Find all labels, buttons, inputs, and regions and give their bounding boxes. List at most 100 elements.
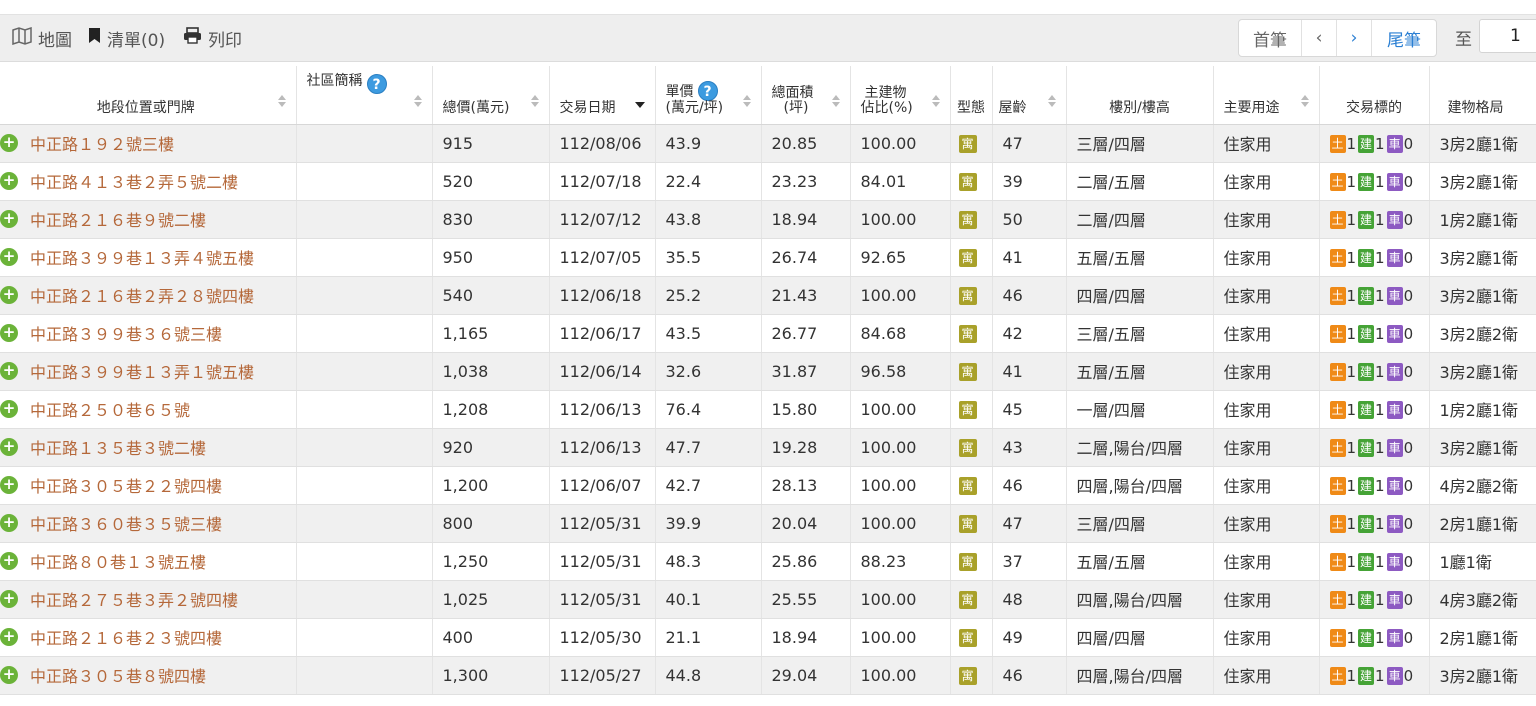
cell-total-price: 800 [432,504,550,543]
col-header-total-price[interactable]: 總價(萬元) [432,66,550,125]
prev-page-button[interactable]: ‹ [1302,20,1337,56]
col-header-layout[interactable]: 建物格局 [1429,66,1536,125]
col-header-area[interactable]: 總面積 (坪) [761,66,851,125]
expand-plus-icon[interactable]: + [0,324,18,342]
table-row[interactable]: + 中正路３９９巷１３弄１號五樓 1,038 112/06/14 32.6 31.87 96… [0,352,1536,391]
col-header-address[interactable]: 地段位置或門牌 [0,66,297,125]
last-page-button[interactable]: 尾筆 [1372,20,1436,56]
address-link[interactable]: 中正路２７５巷３弄２號四樓 [30,591,238,610]
cell-layout: 2房1廳1衛 [1429,504,1536,543]
table-row[interactable]: + 中正路３６０巷３５號三樓 800 112/05/31 39.9 20.04 100.00… [0,504,1536,543]
col-header-age[interactable]: 屋齡 [992,66,1067,125]
cell-area: 19.28 [761,428,851,467]
col-header-unit-price[interactable]: 單價? (萬元/坪) [655,66,762,125]
cell-area: 23.23 [761,162,851,201]
table-row[interactable]: + 中正路２１６巷２３號四樓 400 112/05/30 21.1 18.94 100.00… [0,618,1536,657]
expand-plus-icon[interactable]: + [0,476,18,494]
table-row[interactable]: + 中正路３９９巷３６號三樓 1,165 112/06/17 43.5 26.77 84.6… [0,314,1536,353]
address-link[interactable]: 中正路４１３巷２弄５號二樓 [30,173,238,192]
help-icon[interactable]: ? [697,80,718,101]
type-badge-apartment: 寓 [958,667,977,685]
expand-plus-icon[interactable]: + [0,438,18,456]
sort-icon[interactable] [277,95,286,107]
col-header-date[interactable]: 交易日期 [549,66,656,125]
table-row[interactable]: + 中正路２５０巷６５號 1,208 112/06/13 76.4 15.80 100.00… [0,390,1536,429]
building-tag-icon: 建 [1358,135,1375,153]
expand-plus-icon[interactable]: + [0,514,18,532]
cell-layout: 3房2廳1衛 [1429,162,1536,201]
expand-plus-icon[interactable]: + [0,210,18,228]
page-number-input[interactable]: 1 [1479,19,1536,53]
cell-main-ratio: 100.00 [850,200,951,239]
address-link[interactable]: 中正路１３５巷３號二樓 [30,439,206,458]
cell-main-ratio: 100.00 [850,124,951,163]
sort-icon[interactable] [831,95,840,107]
cell-type: 寓 [950,162,993,201]
help-icon[interactable]: ? [366,74,387,94]
expand-plus-icon[interactable]: + [0,400,18,418]
col-header-type[interactable]: 型態 [950,66,993,125]
first-page-button[interactable]: 首筆 [1239,20,1302,56]
col-header-usage[interactable]: 主要用途 [1213,66,1320,125]
expand-plus-icon[interactable]: + [0,286,18,304]
table-row[interactable]: + 中正路３０５巷２２號四樓 1,200 112/06/07 42.7 28.13 100.… [0,466,1536,505]
expand-plus-icon[interactable]: + [0,134,18,152]
cell-total-price: 520 [432,162,550,201]
address-link[interactable]: 中正路３９９巷１３弄１號五樓 [30,363,254,382]
table-row[interactable]: + 中正路１３５巷３號二樓 920 112/06/13 47.7 19.28 100.00 寓… [0,428,1536,467]
col-header-floor[interactable]: 樓別/樓高 [1066,66,1214,125]
table-row[interactable]: + 中正路８０巷１３號五樓 1,250 112/05/31 48.3 25.86 88.23… [0,542,1536,581]
parking-tag-icon: 車 [1386,287,1403,305]
table-row[interactable]: + 中正路１９２號三樓 915 112/08/06 43.9 20.85 100.00 寓 47… [0,124,1536,163]
table-row[interactable]: + 中正路２１６巷２弄２８號四樓 540 112/06/18 25.2 21.43 100.… [0,276,1536,315]
address-link[interactable]: 中正路３０５巷８號四樓 [30,667,206,686]
sort-icon[interactable] [530,95,539,107]
cell-address: + 中正路８０巷１３號五樓 [0,542,297,581]
type-badge-apartment: 寓 [958,591,977,609]
col-header-target[interactable]: 交易標的 [1319,66,1430,125]
cell-floor: 二層/四層 [1066,200,1214,239]
next-page-button[interactable]: › [1337,20,1372,56]
print-button[interactable]: 列印 [183,15,242,61]
cell-address: + 中正路２５０巷６５號 [0,390,297,429]
sort-icon[interactable] [1300,95,1309,107]
expand-plus-icon[interactable]: + [0,552,18,570]
address-link[interactable]: 中正路８０巷１３號五樓 [30,553,206,572]
address-link[interactable]: 中正路３０５巷２２號四樓 [30,477,222,496]
address-link[interactable]: 中正路３９９巷１３弄４號五樓 [30,249,254,268]
col-header-main-ratio[interactable]: 主建物 佔比(%) [850,66,951,125]
expand-plus-icon[interactable]: + [0,590,18,608]
sort-icon[interactable] [1047,95,1056,107]
sort-icon[interactable] [931,95,940,107]
expand-plus-icon[interactable]: + [0,666,18,684]
list-button[interactable]: 清單(0) [88,15,165,61]
cell-main-ratio: 96.58 [850,352,951,391]
address-link[interactable]: 中正路３６０巷３５號三樓 [30,515,222,534]
cell-age: 43 [992,428,1067,467]
land-count: 1 [1346,667,1357,685]
table-row[interactable]: + 中正路３９９巷１３弄４號五樓 950 112/07/05 35.5 26.74 92.6… [0,238,1536,277]
table-row[interactable]: + 中正路４１３巷２弄５號二樓 520 112/07/18 22.4 23.23 84.01… [0,162,1536,201]
table-row[interactable]: + 中正路３０５巷８號四樓 1,300 112/05/27 44.8 29.04 100.0… [0,656,1536,695]
table-row[interactable]: + 中正路２１６巷９號二樓 830 112/07/12 43.8 18.94 100.00 寓… [0,200,1536,239]
address-link[interactable]: 中正路２１６巷２３號四樓 [30,629,222,648]
type-badge-apartment: 寓 [958,515,977,533]
table-row[interactable]: + 中正路２７５巷３弄２號四樓 1,025 112/05/31 40.1 25.55 100… [0,580,1536,619]
address-link[interactable]: 中正路３９９巷３６號三樓 [30,325,222,344]
address-link[interactable]: 中正路２１６巷２弄２８號四樓 [30,287,254,306]
sort-desc-icon[interactable] [634,102,645,108]
address-link[interactable]: 中正路２１６巷９號二樓 [30,211,206,230]
sort-icon[interactable] [413,95,422,107]
map-button[interactable]: 地圖 [12,15,72,61]
expand-plus-icon[interactable]: + [0,362,18,380]
cell-target: 土1建1車0 [1319,238,1430,277]
sort-icon[interactable] [742,95,751,107]
address-link[interactable]: 中正路１９２號三樓 [30,135,174,154]
address-link[interactable]: 中正路２５０巷６５號 [30,401,190,420]
cell-age: 45 [992,390,1067,429]
expand-plus-icon[interactable]: + [0,172,18,190]
expand-plus-icon[interactable]: + [0,628,18,646]
expand-plus-icon[interactable]: + [0,248,18,266]
col-header-community[interactable]: 社區簡稱? [296,66,433,125]
land-tag-icon: 土 [1329,363,1346,381]
